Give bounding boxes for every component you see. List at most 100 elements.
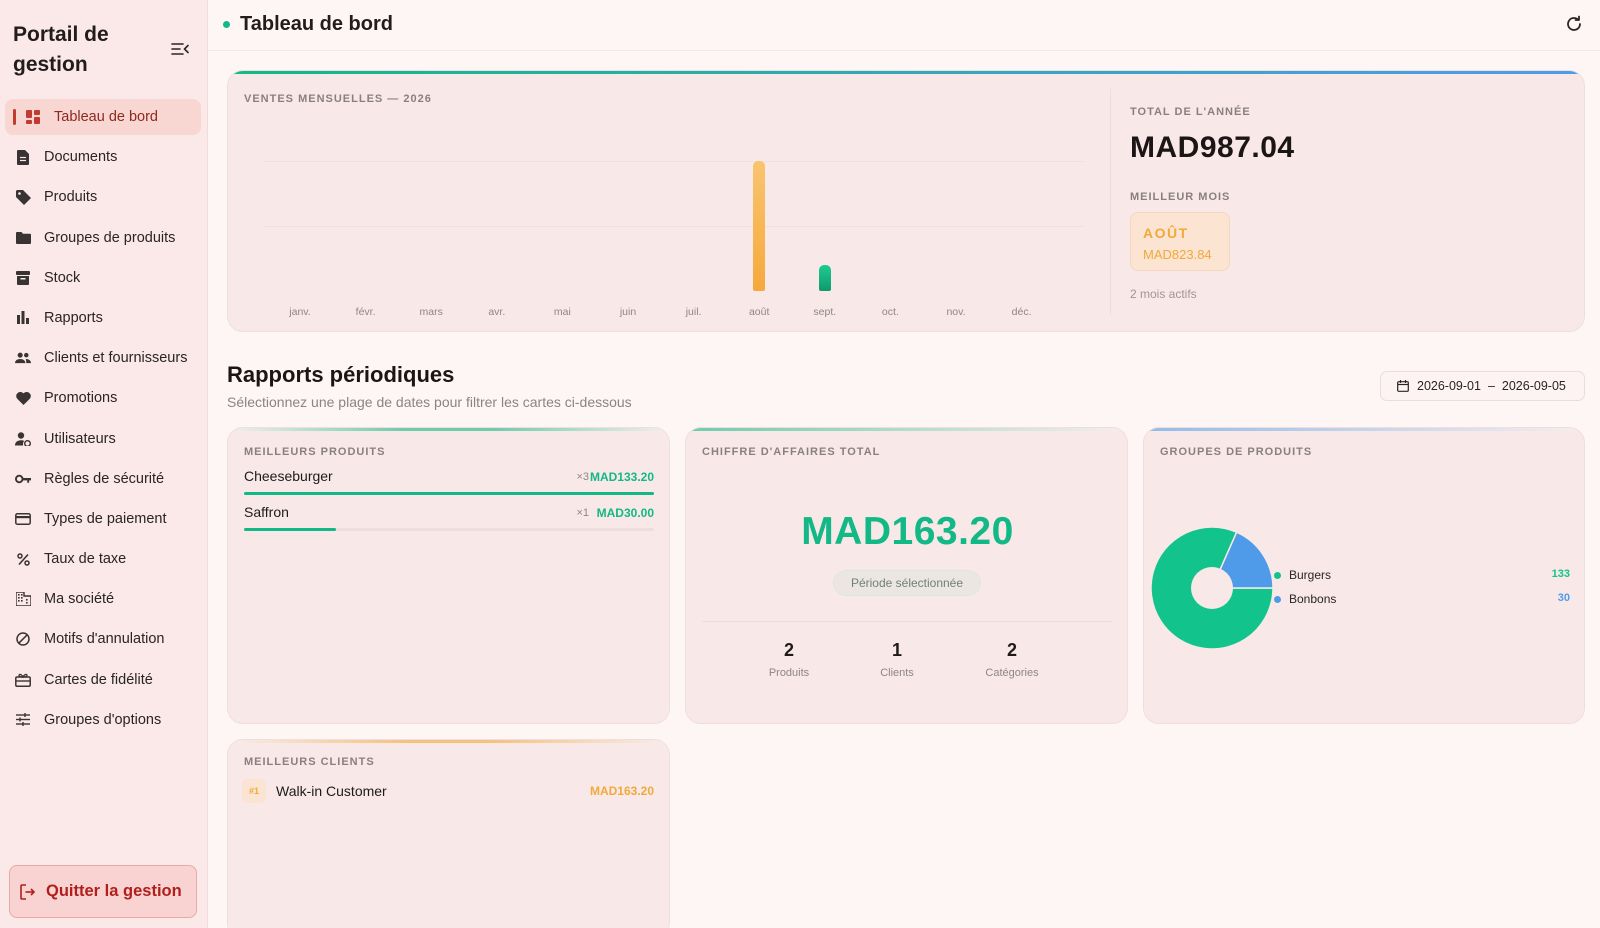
legend-item: Bonbons 30 <box>1274 591 1570 611</box>
year-total-value: MAD987.04 <box>1130 131 1295 164</box>
period-badge: Période sélectionnée <box>833 570 981 596</box>
product-groups-donut-chart <box>1150 526 1274 650</box>
stat-number: 1 <box>891 640 902 660</box>
sidebar-item-label: Cartes de fidélité <box>44 671 153 688</box>
monthly-sales-chart: VENTES MENSUELLES — 2026 janv. févr. mars a… <box>228 71 1108 331</box>
card-accent-line <box>1144 428 1584 431</box>
card-label: MEILLEURS CLIENTS <box>244 756 375 768</box>
legend-name: Bonbons <box>1289 592 1337 606</box>
sidebar-item-motifs-d-annulation[interactable]: Motifs d'annulation <box>5 621 201 657</box>
sidebar-item-ma-societe[interactable]: Ma société <box>5 581 201 617</box>
heart-icon <box>15 390 31 406</box>
product-name: Saffron <box>244 504 289 520</box>
sidebar-item-groupes-de-produits[interactable]: Groupes de produits <box>5 220 201 256</box>
best-month-amount: MAD823.84 <box>1143 247 1212 262</box>
card-label: VENTES MENSUELLES — 2026 <box>244 93 432 105</box>
folder-icon <box>15 230 31 246</box>
chart-month-label: août <box>748 306 770 318</box>
page-title: Tableau de bord <box>240 13 393 35</box>
legend-name: Burgers <box>1289 568 1332 582</box>
sidebar-item-clients-et-fournisseurs[interactable]: Clients et fournisseurs <box>5 340 201 376</box>
credit-card-icon <box>15 511 31 527</box>
sidebar-item-label: Groupes d'options <box>44 711 162 728</box>
chart-month-label: mai <box>553 306 571 318</box>
sidebar-item-taux-de-taxe[interactable]: Taux de taxe <box>5 541 201 577</box>
card-label: GROUPES DE PRODUITS <box>1160 446 1313 458</box>
sidebar-item-documents[interactable]: Documents <box>5 139 201 175</box>
legend-value: 30 <box>1557 592 1570 604</box>
stat-categories: 2 Catégories <box>962 640 1062 679</box>
collapse-sidebar-icon[interactable] <box>170 40 192 60</box>
date-separator: – <box>1487 379 1495 393</box>
chart-month-label: sept. <box>813 306 837 318</box>
card-accent-line <box>228 740 669 743</box>
stat-label: Clients <box>880 667 914 679</box>
product-groups-card: GROUPES DE PRODUITS Burgers 133 Bonbons … <box>1143 427 1585 724</box>
building-icon <box>15 591 31 607</box>
product-share-bar <box>244 528 654 531</box>
sidebar: Portail de gestion Tableau de bord Docum… <box>0 0 208 928</box>
sidebar-item-promotions[interactable]: Promotions <box>5 380 201 416</box>
chart-gridline <box>264 226 1084 227</box>
chart-bar[interactable] <box>818 265 831 291</box>
sidebar-item-regles-de-securite[interactable]: Règles de sécurité <box>5 461 201 497</box>
best-month-badge: AOÛT MAD823.84 <box>1130 212 1230 271</box>
chart-gridline <box>264 161 1084 162</box>
chart-month-label: oct. <box>881 306 899 318</box>
client-name: Walk-in Customer <box>276 783 387 799</box>
legend-dot <box>1274 596 1281 603</box>
product-share-fill <box>244 492 654 495</box>
sidebar-item-label: Rapports <box>44 309 103 326</box>
legend-dot <box>1274 572 1281 579</box>
stat-number: 2 <box>1006 640 1017 660</box>
sidebar-item-label: Motifs d'annulation <box>44 631 165 648</box>
sidebar-item-groupes-d-options[interactable]: Groupes d'options <box>5 702 201 738</box>
date-to: 2026-09-05 <box>1501 379 1566 393</box>
card-divider <box>1110 89 1111 315</box>
total-revenue-card: CHIFFRE D'AFFAIRES TOTAL MAD163.20 Pério… <box>685 427 1128 724</box>
list-item[interactable]: Saffron ×1 MAD30.00 <box>244 504 654 538</box>
product-amount: MAD30.00 <box>596 506 654 520</box>
percent-icon <box>15 551 31 567</box>
tag-icon <box>15 189 31 205</box>
refresh-icon[interactable] <box>1565 15 1585 35</box>
list-item[interactable]: Cheeseburger ×3 MAD133.20 <box>244 468 654 502</box>
chart-bar[interactable] <box>753 161 766 291</box>
sidebar-item-tableau-de-bord[interactable]: Tableau de bord <box>5 99 201 135</box>
date-from: 2026-09-01 <box>1417 379 1481 393</box>
product-name: Cheeseburger <box>244 468 333 484</box>
monthly-sales-card: VENTES MENSUELLES — 2026 janv. févr. mars a… <box>227 70 1585 332</box>
sidebar-item-produits[interactable]: Produits <box>5 179 201 215</box>
quit-management-button[interactable]: Quitter la gestion <box>9 865 197 918</box>
date-range-picker[interactable]: 2026-09-01 – 2026-09-05 <box>1380 371 1585 401</box>
legend-item: Burgers 133 <box>1274 567 1570 587</box>
list-item[interactable]: #1 Walk-in Customer MAD163.20 <box>242 779 654 805</box>
legend-value: 133 <box>1551 568 1570 580</box>
sidebar-item-cartes-de-fidelite[interactable]: Cartes de fidélité <box>5 662 201 698</box>
sidebar-item-label: Utilisateurs <box>44 430 116 447</box>
card-label: CHIFFRE D'AFFAIRES TOTAL <box>702 446 881 458</box>
best-month-name: AOÛT <box>1143 225 1189 241</box>
stat-number: 2 <box>783 640 794 660</box>
card-accent-line <box>686 428 1127 431</box>
status-dot <box>223 21 230 28</box>
sidebar-item-label: Promotions <box>44 390 118 407</box>
sidebar-item-types-de-paiement[interactable]: Types de paiement <box>5 501 201 537</box>
document-icon <box>15 149 31 165</box>
year-total-label: TOTAL DE L'ANNÉE <box>1130 106 1251 118</box>
sidebar-item-label: Documents <box>44 149 118 166</box>
client-rank-badge: #1 <box>242 779 266 803</box>
chart-month-label: juin <box>619 306 637 318</box>
sidebar-item-stock[interactable]: Stock <box>5 260 201 296</box>
section-subtitle: Sélectionnez une plage de dates pour fil… <box>227 394 632 410</box>
product-quantity: ×1 <box>576 507 589 519</box>
donut-hole <box>1191 567 1233 609</box>
product-share-fill <box>244 528 337 531</box>
sidebar-item-utilisateurs[interactable]: Utilisateurs <box>5 421 201 457</box>
sidebar-item-label: Groupes de produits <box>44 229 176 246</box>
chart-month-label: mars <box>419 306 443 318</box>
cancel-icon <box>15 631 31 647</box>
people-icon <box>15 350 31 366</box>
card-accent-line <box>228 428 669 431</box>
sidebar-item-rapports[interactable]: Rapports <box>5 300 201 336</box>
